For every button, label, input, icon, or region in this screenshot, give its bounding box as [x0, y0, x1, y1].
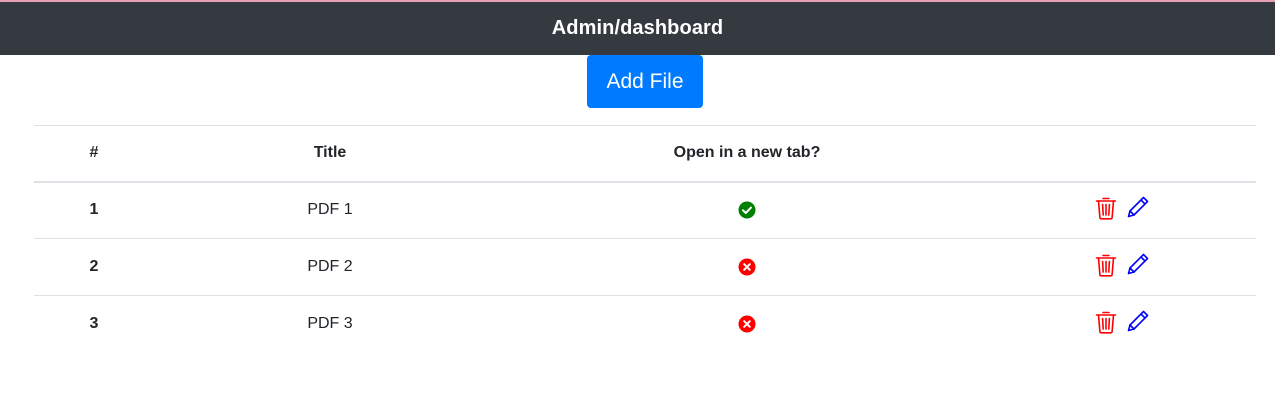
trash-icon [1094, 197, 1118, 225]
table-header-row: # Title Open in a new tab? [34, 125, 1256, 182]
column-header-number: # [89, 144, 99, 162]
row-open-new-tab-status [506, 296, 988, 353]
column-header-title: Title [313, 144, 347, 162]
pencil-icon [1126, 196, 1150, 225]
row-actions [988, 239, 1256, 296]
row-title: PDF 1 [307, 201, 353, 219]
column-header-actions [988, 126, 1256, 182]
delete-button[interactable] [1094, 252, 1118, 278]
row-title: PDF 3 [307, 315, 353, 333]
table-row: 3 PDF 3 [34, 296, 1256, 353]
column-header-open-new-tab: Open in a new tab? [673, 144, 821, 162]
trash-icon [1094, 254, 1118, 282]
add-file-button[interactable]: Add File [587, 55, 703, 108]
x-circle-icon [738, 315, 756, 333]
edit-button[interactable] [1126, 309, 1150, 335]
table-row: 1 PDF 1 [34, 182, 1256, 239]
edit-button[interactable] [1126, 195, 1150, 221]
edit-button[interactable] [1126, 252, 1150, 278]
trash-icon [1094, 311, 1118, 339]
pencil-icon [1126, 310, 1150, 339]
row-open-new-tab-status [506, 182, 988, 239]
delete-button[interactable] [1094, 309, 1118, 335]
navbar: Admin/dashboard [0, 2, 1275, 55]
row-number: 3 [89, 315, 99, 333]
x-circle-icon [738, 258, 756, 276]
files-table-container: # Title Open in a new tab? 1 PDF 1 2 PDF… [34, 125, 1256, 353]
delete-button[interactable] [1094, 195, 1118, 221]
check-circle-icon [738, 201, 756, 219]
page-title: Admin/dashboard [551, 17, 724, 39]
row-number: 1 [89, 201, 99, 219]
files-table: # Title Open in a new tab? 1 PDF 1 2 PDF… [34, 125, 1256, 353]
row-actions [988, 182, 1256, 239]
row-title: PDF 2 [307, 258, 353, 275]
row-open-new-tab-status [506, 239, 988, 296]
row-number: 2 [89, 258, 99, 275]
pencil-icon [1126, 253, 1150, 282]
table-row: 2 PDF 2 [34, 239, 1256, 296]
row-actions [988, 296, 1256, 353]
